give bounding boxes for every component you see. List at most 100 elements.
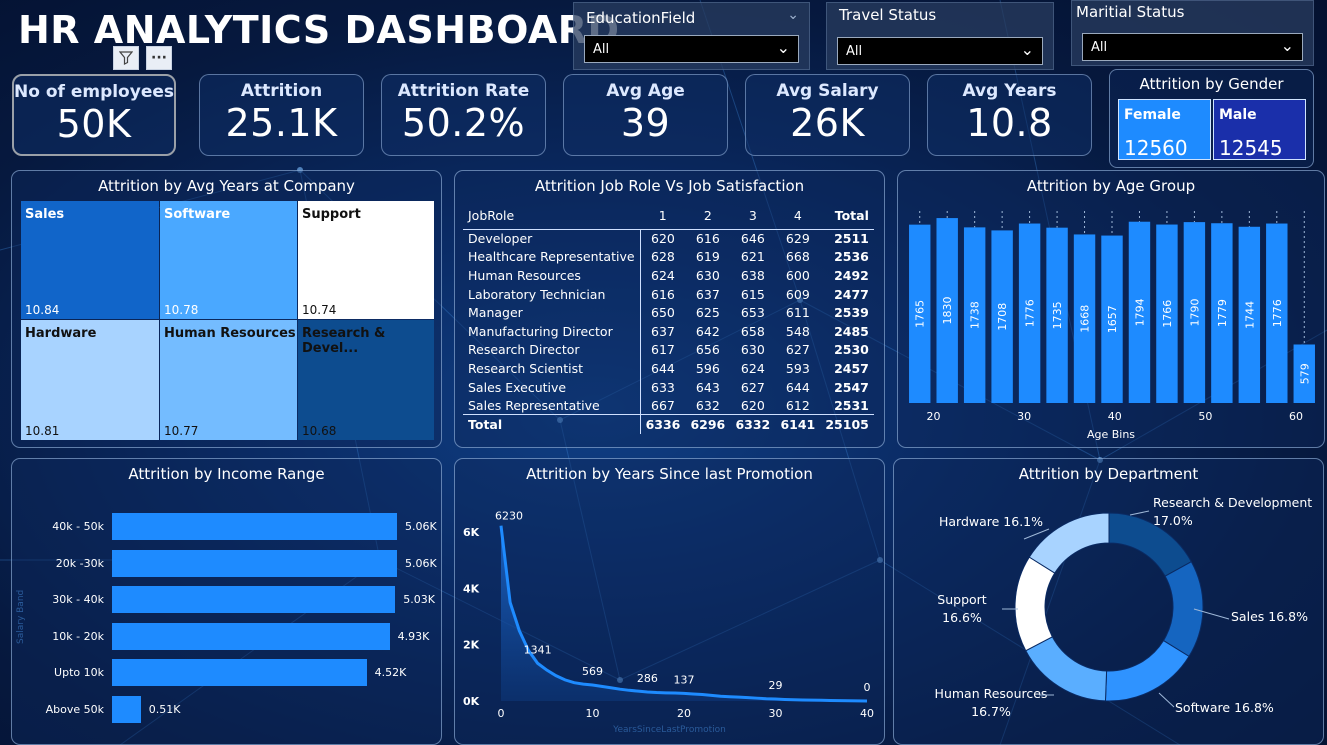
column-header[interactable]: Total [820, 203, 874, 229]
age-group-chart: 1765 1830 1738 1708 1776 1735 1668 1657 1794 1766… [909, 211, 1315, 423]
income-bar[interactable] [112, 549, 397, 577]
dashboard-title: HR ANALYTICS DASHBOARD [18, 8, 620, 52]
treemap-cell-sales[interactable]: Sales 10.84 [21, 201, 159, 319]
income-bar[interactable] [112, 695, 141, 723]
promotion-data-label: 569 [582, 665, 603, 678]
chevron-down-icon: ⌄ [1280, 36, 1294, 55]
chevron-down-icon[interactable]: ⌄ [787, 7, 799, 23]
treemap-cell-hardware[interactable]: Hardware 10.81 [21, 320, 159, 440]
kpi-card-avg-years[interactable]: Avg Years 10.8 [927, 74, 1092, 156]
education-field-dropdown[interactable]: All ⌄ [584, 35, 799, 63]
kpi-card-avg-age[interactable]: Avg Age 39 [563, 74, 728, 156]
table-row[interactable]: Sales Representative 667 632 620 612 2531 [463, 396, 874, 415]
treemap-cell-label: Sales [25, 207, 65, 222]
table-total-row[interactable]: Total 6336 6296 6332 6141 25105 [463, 414, 874, 434]
column-header[interactable]: 3 [730, 203, 775, 229]
table-row[interactable]: Human Resources 624 630 638 600 2492 [463, 266, 874, 285]
treemap-cell-research-development[interactable]: Research & Devel... 10.68 [298, 320, 434, 440]
treemap-panel: Attrition by Avg Years at Company Sales 1… [11, 170, 442, 448]
kpi-card-avg-salary[interactable]: Avg Salary 26K [745, 74, 910, 156]
income-bar[interactable] [112, 586, 396, 613]
promotion-x-tick: 20 [677, 707, 691, 720]
kpi-label: Avg Age [606, 81, 685, 101]
kpi-label: Avg Years [962, 81, 1057, 101]
table-row[interactable]: Developer 620 616 646 629 2511 [463, 229, 874, 248]
table-cell-value: 650 [651, 305, 675, 321]
kpi-card-attrition-rate[interactable]: Attrition Rate 50.2% [381, 74, 546, 156]
column-header[interactable]: 2 [685, 203, 730, 229]
donut-slice[interactable] [1162, 561, 1204, 658]
income-category-label: Upto 10k [54, 666, 104, 679]
marital-status-dropdown[interactable]: All ⌄ [1082, 33, 1303, 61]
age-bar-label: 1794 [1133, 298, 1146, 326]
income-bar[interactable] [112, 513, 397, 540]
kpi-card-attrition[interactable]: Attrition 25.1K [199, 74, 364, 156]
promotion-x-tick: 10 [586, 707, 600, 720]
donut-slice[interactable] [1104, 639, 1190, 702]
table-cell-value: 630 [695, 267, 720, 283]
slicer-label: Travel Status [839, 6, 937, 24]
age-bar-label: 579 [1298, 363, 1311, 384]
slicer-marital-status[interactable]: Maritial Status All ⌄ [1071, 0, 1314, 66]
table-total-cell: 6296 [685, 414, 731, 434]
age-x-tick: 60 [1289, 410, 1303, 423]
kpi-label: Attrition [240, 81, 323, 101]
table-cell-value: 619 [695, 249, 720, 265]
dropdown-value: All [593, 42, 610, 57]
table-row[interactable]: Manufacturing Director 637 642 658 548 2485 [463, 321, 874, 341]
gender-female-tile[interactable]: Female 12560 [1118, 99, 1211, 160]
gender-male-label: Male [1219, 107, 1257, 123]
table-cell-value: 624 [651, 267, 675, 283]
donut-slice[interactable] [1014, 556, 1056, 652]
treemap-cell-human-resources[interactable]: Human Resources 10.77 [160, 320, 297, 440]
kpi-value: 39 [620, 101, 671, 145]
table-row[interactable]: Research Scientist 644 596 624 593 2457 [463, 359, 874, 378]
more-options-icon[interactable]: ··· [146, 46, 172, 70]
table-cell-value: 2530 [834, 342, 869, 358]
donut-label: 16.6% [942, 610, 982, 625]
age-bar-label: 1744 [1243, 301, 1256, 329]
income-bar[interactable] [112, 659, 367, 686]
column-header[interactable]: JobRole [463, 203, 640, 229]
table-cell-value: 615 [740, 286, 765, 302]
table-cell-value: 2536 [834, 249, 869, 265]
table-total-cell: 25105 [820, 414, 874, 434]
age-bar-label: 1830 [941, 297, 954, 325]
table-cell-value: 611 [785, 305, 810, 321]
column-header[interactable]: 4 [775, 203, 820, 229]
gender-female-label: Female [1124, 107, 1181, 123]
table-row[interactable]: Research Director 617 656 630 627 2530 [463, 340, 874, 360]
table-cell-value: 637 [651, 323, 675, 339]
treemap-cell-software[interactable]: Software 10.78 [160, 201, 297, 319]
table-row[interactable]: Healthcare Representative 628 619 621 668 253… [463, 247, 874, 267]
treemap-cell-value: 10.84 [25, 303, 60, 317]
slicer-education-field[interactable]: EducationField ⌄ All ⌄ [573, 2, 810, 70]
kpi-value: 50.2% [401, 101, 526, 145]
table-row[interactable]: Sales Executive 633 643 627 644 2547 [463, 377, 874, 397]
slicer-travel-status[interactable]: Travel Status All ⌄ [826, 2, 1054, 70]
table-cell-value: 667 [651, 397, 675, 413]
income-range-chart: 40k - 50k 5.06K 20k -30k 5.06K 30k - 40k 5.03… [12, 459, 443, 745]
column-header[interactable]: 1 [640, 203, 685, 229]
kpi-value: 50K [56, 102, 132, 146]
table-row[interactable]: Manager 650 625 653 611 2539 [463, 303, 874, 322]
table-row[interactable]: Laboratory Technician 616 637 615 609 2477 [463, 284, 874, 304]
treemap-cell-support[interactable]: Support 10.74 [298, 201, 434, 319]
promotion-data-label: 29 [769, 679, 783, 692]
kpi-card-employees[interactable]: No of employees 50K [12, 74, 176, 156]
filter-icon[interactable] [113, 46, 139, 70]
gender-male-tile[interactable]: Male 12545 [1213, 99, 1306, 160]
travel-status-dropdown[interactable]: All ⌄ [837, 37, 1043, 65]
treemap-cell-value: 10.68 [302, 424, 337, 438]
gender-female-value: 12560 [1124, 136, 1188, 160]
chevron-down-icon: ⌄ [776, 38, 790, 57]
promotion-chart-panel: Attrition by Years Since last Promotion … [454, 458, 885, 745]
table-cell-value: 668 [785, 249, 810, 265]
income-bar[interactable] [112, 622, 390, 650]
gender-card[interactable]: Attrition by Gender Female 12560 Male 12… [1109, 69, 1314, 168]
age-bar-label: 1765 [914, 300, 927, 328]
table-cell-value: 643 [695, 379, 720, 395]
kpi-value: 26K [790, 101, 865, 145]
promotion-x-tick: 0 [498, 707, 505, 720]
table-cell-value: 642 [695, 323, 720, 339]
